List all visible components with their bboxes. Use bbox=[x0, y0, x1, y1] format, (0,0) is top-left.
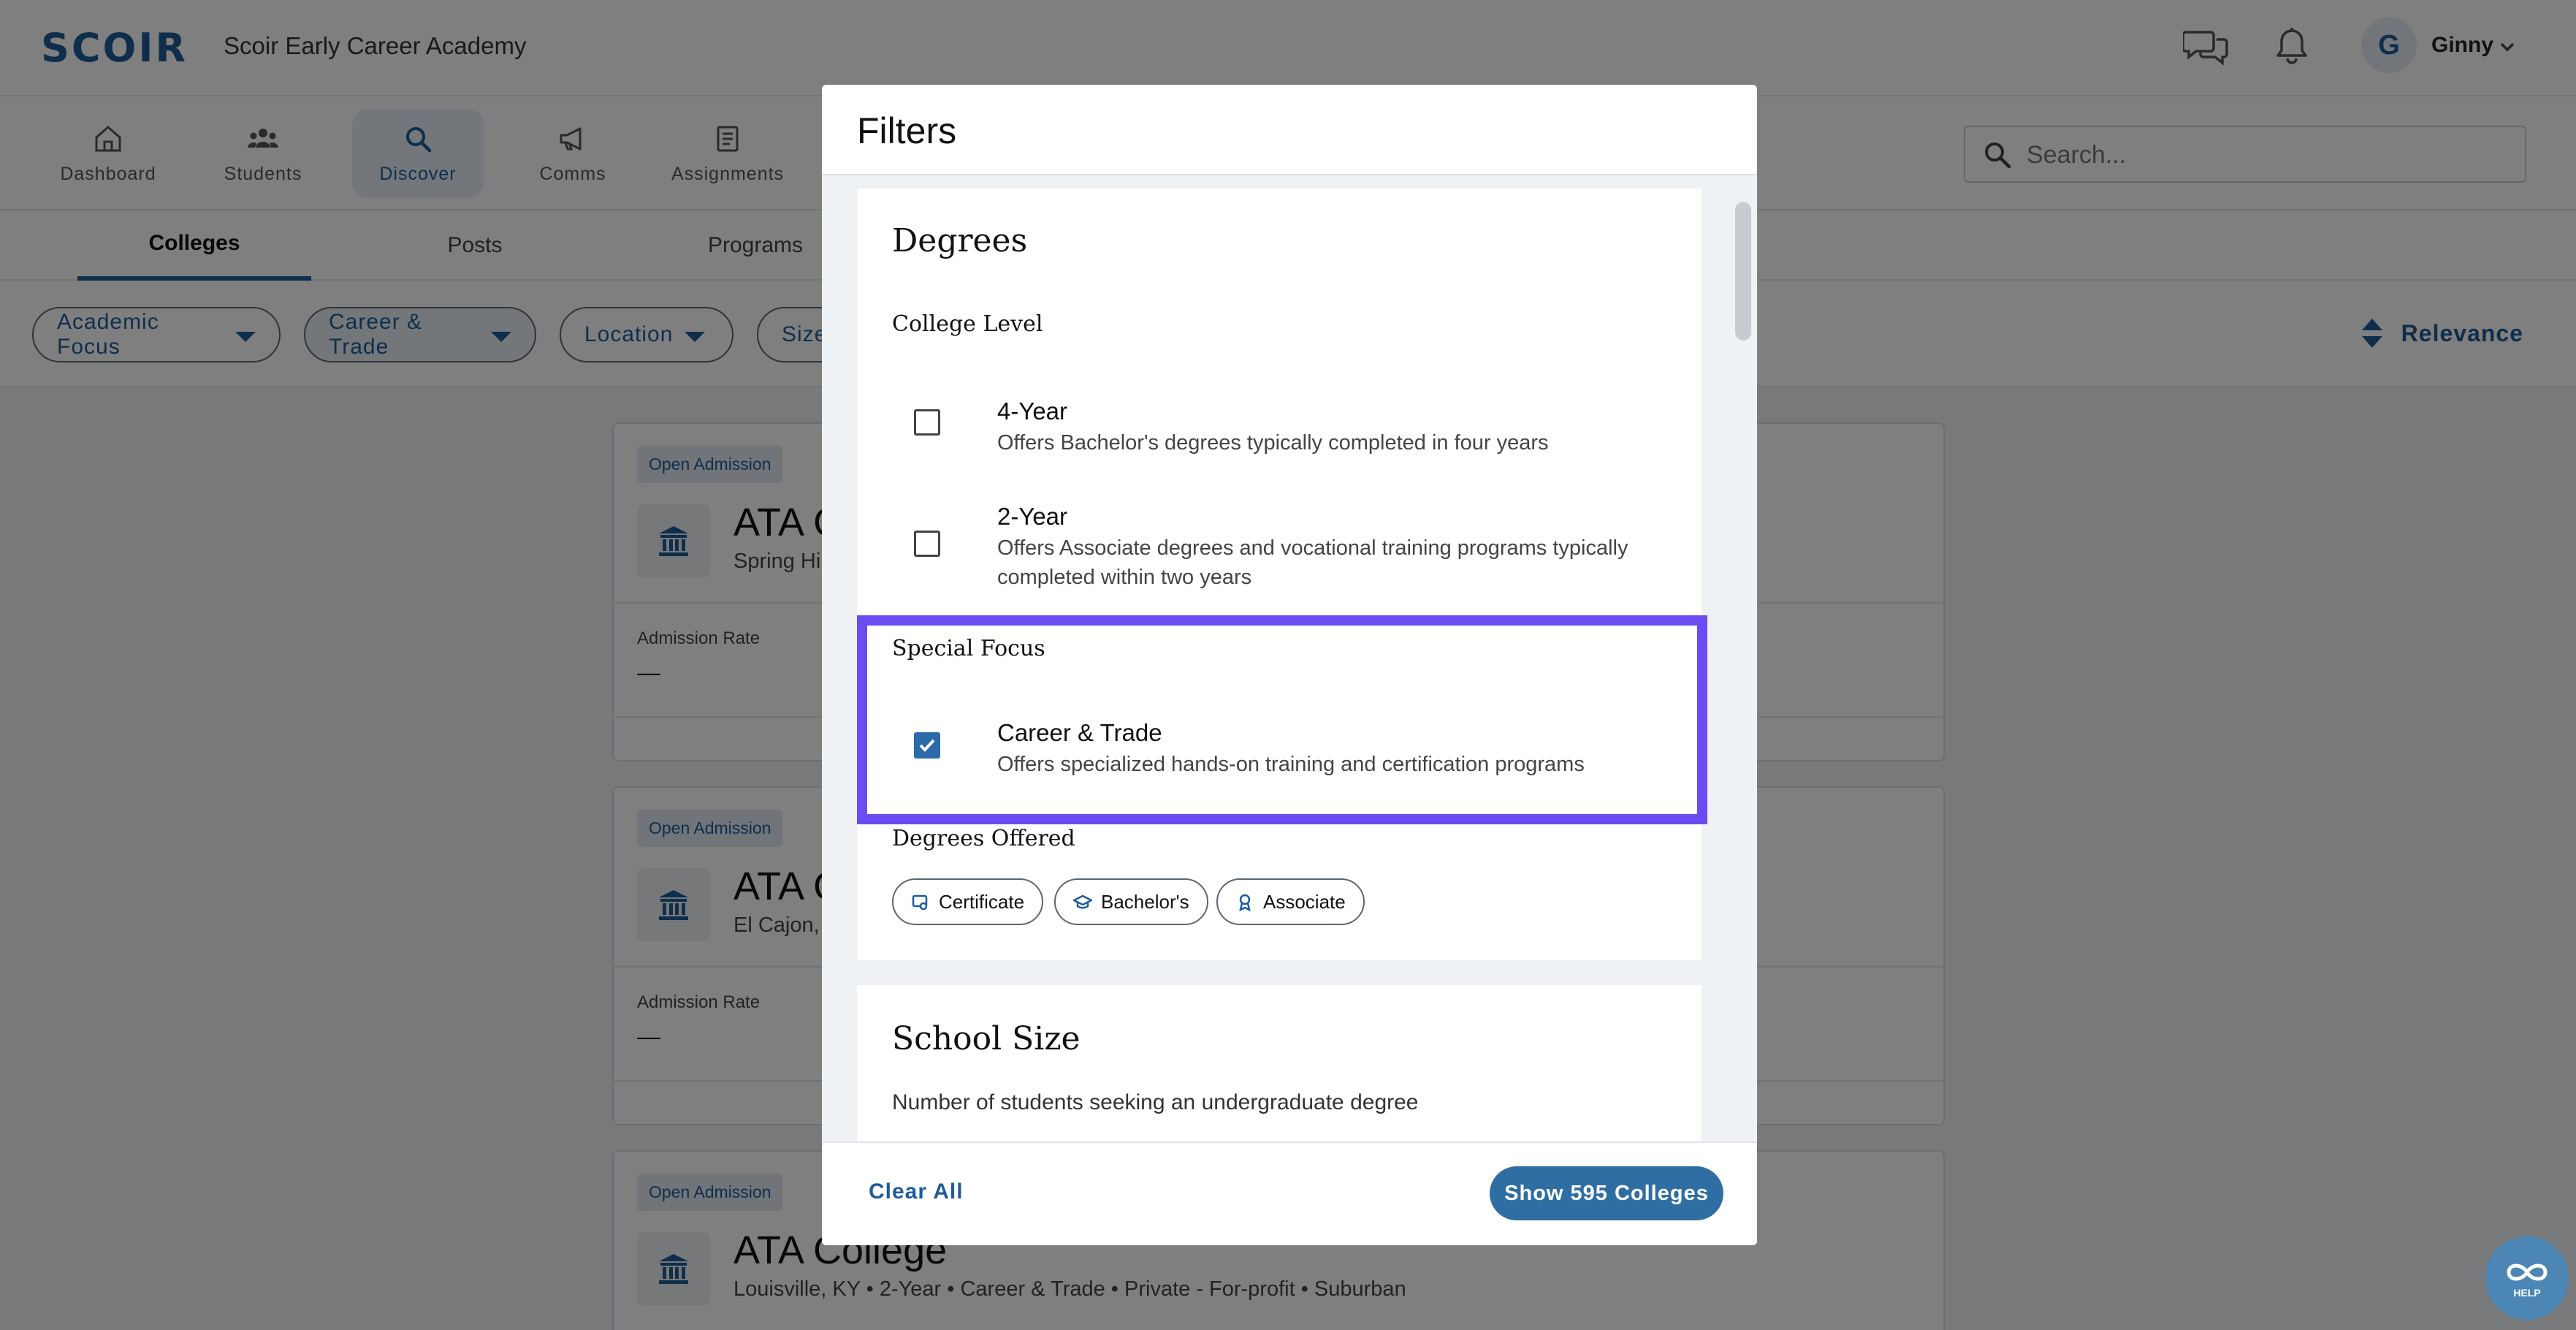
option-career-trade[interactable]: Career & Trade Offers specialized hands-… bbox=[892, 715, 1666, 788]
checkbox-2-year[interactable] bbox=[914, 531, 940, 557]
ribbon-icon bbox=[1239, 894, 1251, 911]
option-title: 4-Year bbox=[997, 398, 1068, 425]
checkbox-career-trade[interactable] bbox=[914, 732, 940, 759]
help-button[interactable]: HELP bbox=[2485, 1236, 2569, 1320]
modal-body[interactable]: Degrees College Level 4-Year Offers Bach… bbox=[822, 175, 1757, 1231]
option-4-year[interactable]: 4-Year Offers Bachelor's degrees typical… bbox=[892, 393, 1666, 466]
chip-bachelors[interactable]: Bachelor's bbox=[1054, 878, 1208, 925]
filters-modal: Filters Degrees College Level 4-Year Off… bbox=[822, 85, 1757, 1245]
modal-header: Filters bbox=[822, 85, 1757, 175]
degrees-offered-label: Degrees Offered bbox=[892, 826, 1075, 851]
infinity-icon bbox=[2507, 1264, 2548, 1281]
degrees-title: Degrees bbox=[892, 222, 1028, 259]
option-2-year[interactable]: 2-Year Offers Associate degrees and voca… bbox=[892, 498, 1666, 601]
show-colleges-button[interactable]: Show 595 Colleges bbox=[1490, 1166, 1723, 1220]
chip-label: Associate bbox=[1263, 890, 1346, 913]
modal-footer: Clear All Show 595 Colleges bbox=[822, 1141, 1757, 1245]
school-size-title: School Size bbox=[892, 1020, 1081, 1057]
clear-all-button[interactable]: Clear All bbox=[869, 1179, 964, 1204]
checkmark-icon bbox=[919, 739, 935, 752]
chip-certificate[interactable]: Certificate bbox=[892, 878, 1044, 925]
modal-scrollbar[interactable] bbox=[1735, 202, 1753, 1064]
certificate-icon bbox=[912, 894, 928, 911]
chip-label: Bachelor's bbox=[1101, 890, 1189, 913]
help-label: HELP bbox=[2513, 1287, 2541, 1299]
special-focus-label: Special Focus bbox=[892, 636, 1045, 661]
modal-title: Filters bbox=[857, 110, 957, 151]
school-size-description: Number of students seeking an undergradu… bbox=[892, 1090, 1419, 1114]
option-title: Career & Trade bbox=[997, 719, 1162, 746]
option-description: Offers specialized hands-on training and… bbox=[997, 753, 1585, 776]
checkbox-4-year[interactable] bbox=[914, 409, 940, 436]
chip-associate[interactable]: Associate bbox=[1216, 878, 1365, 925]
option-description: Offers Associate degrees and vocational … bbox=[997, 536, 1628, 589]
option-description: Offers Bachelor's degrees typically comp… bbox=[997, 431, 1549, 455]
college-level-label: College Level bbox=[892, 311, 1043, 337]
graduation-cap-icon bbox=[1073, 894, 1092, 909]
chip-label: Certificate bbox=[939, 890, 1025, 913]
option-title: 2-Year bbox=[997, 503, 1068, 530]
scroll-thumb[interactable] bbox=[1735, 202, 1751, 341]
degrees-offered-chips: Certificate Bachelor's Associate bbox=[892, 878, 1623, 925]
degrees-section: Degrees College Level 4-Year Offers Bach… bbox=[857, 189, 1707, 960]
